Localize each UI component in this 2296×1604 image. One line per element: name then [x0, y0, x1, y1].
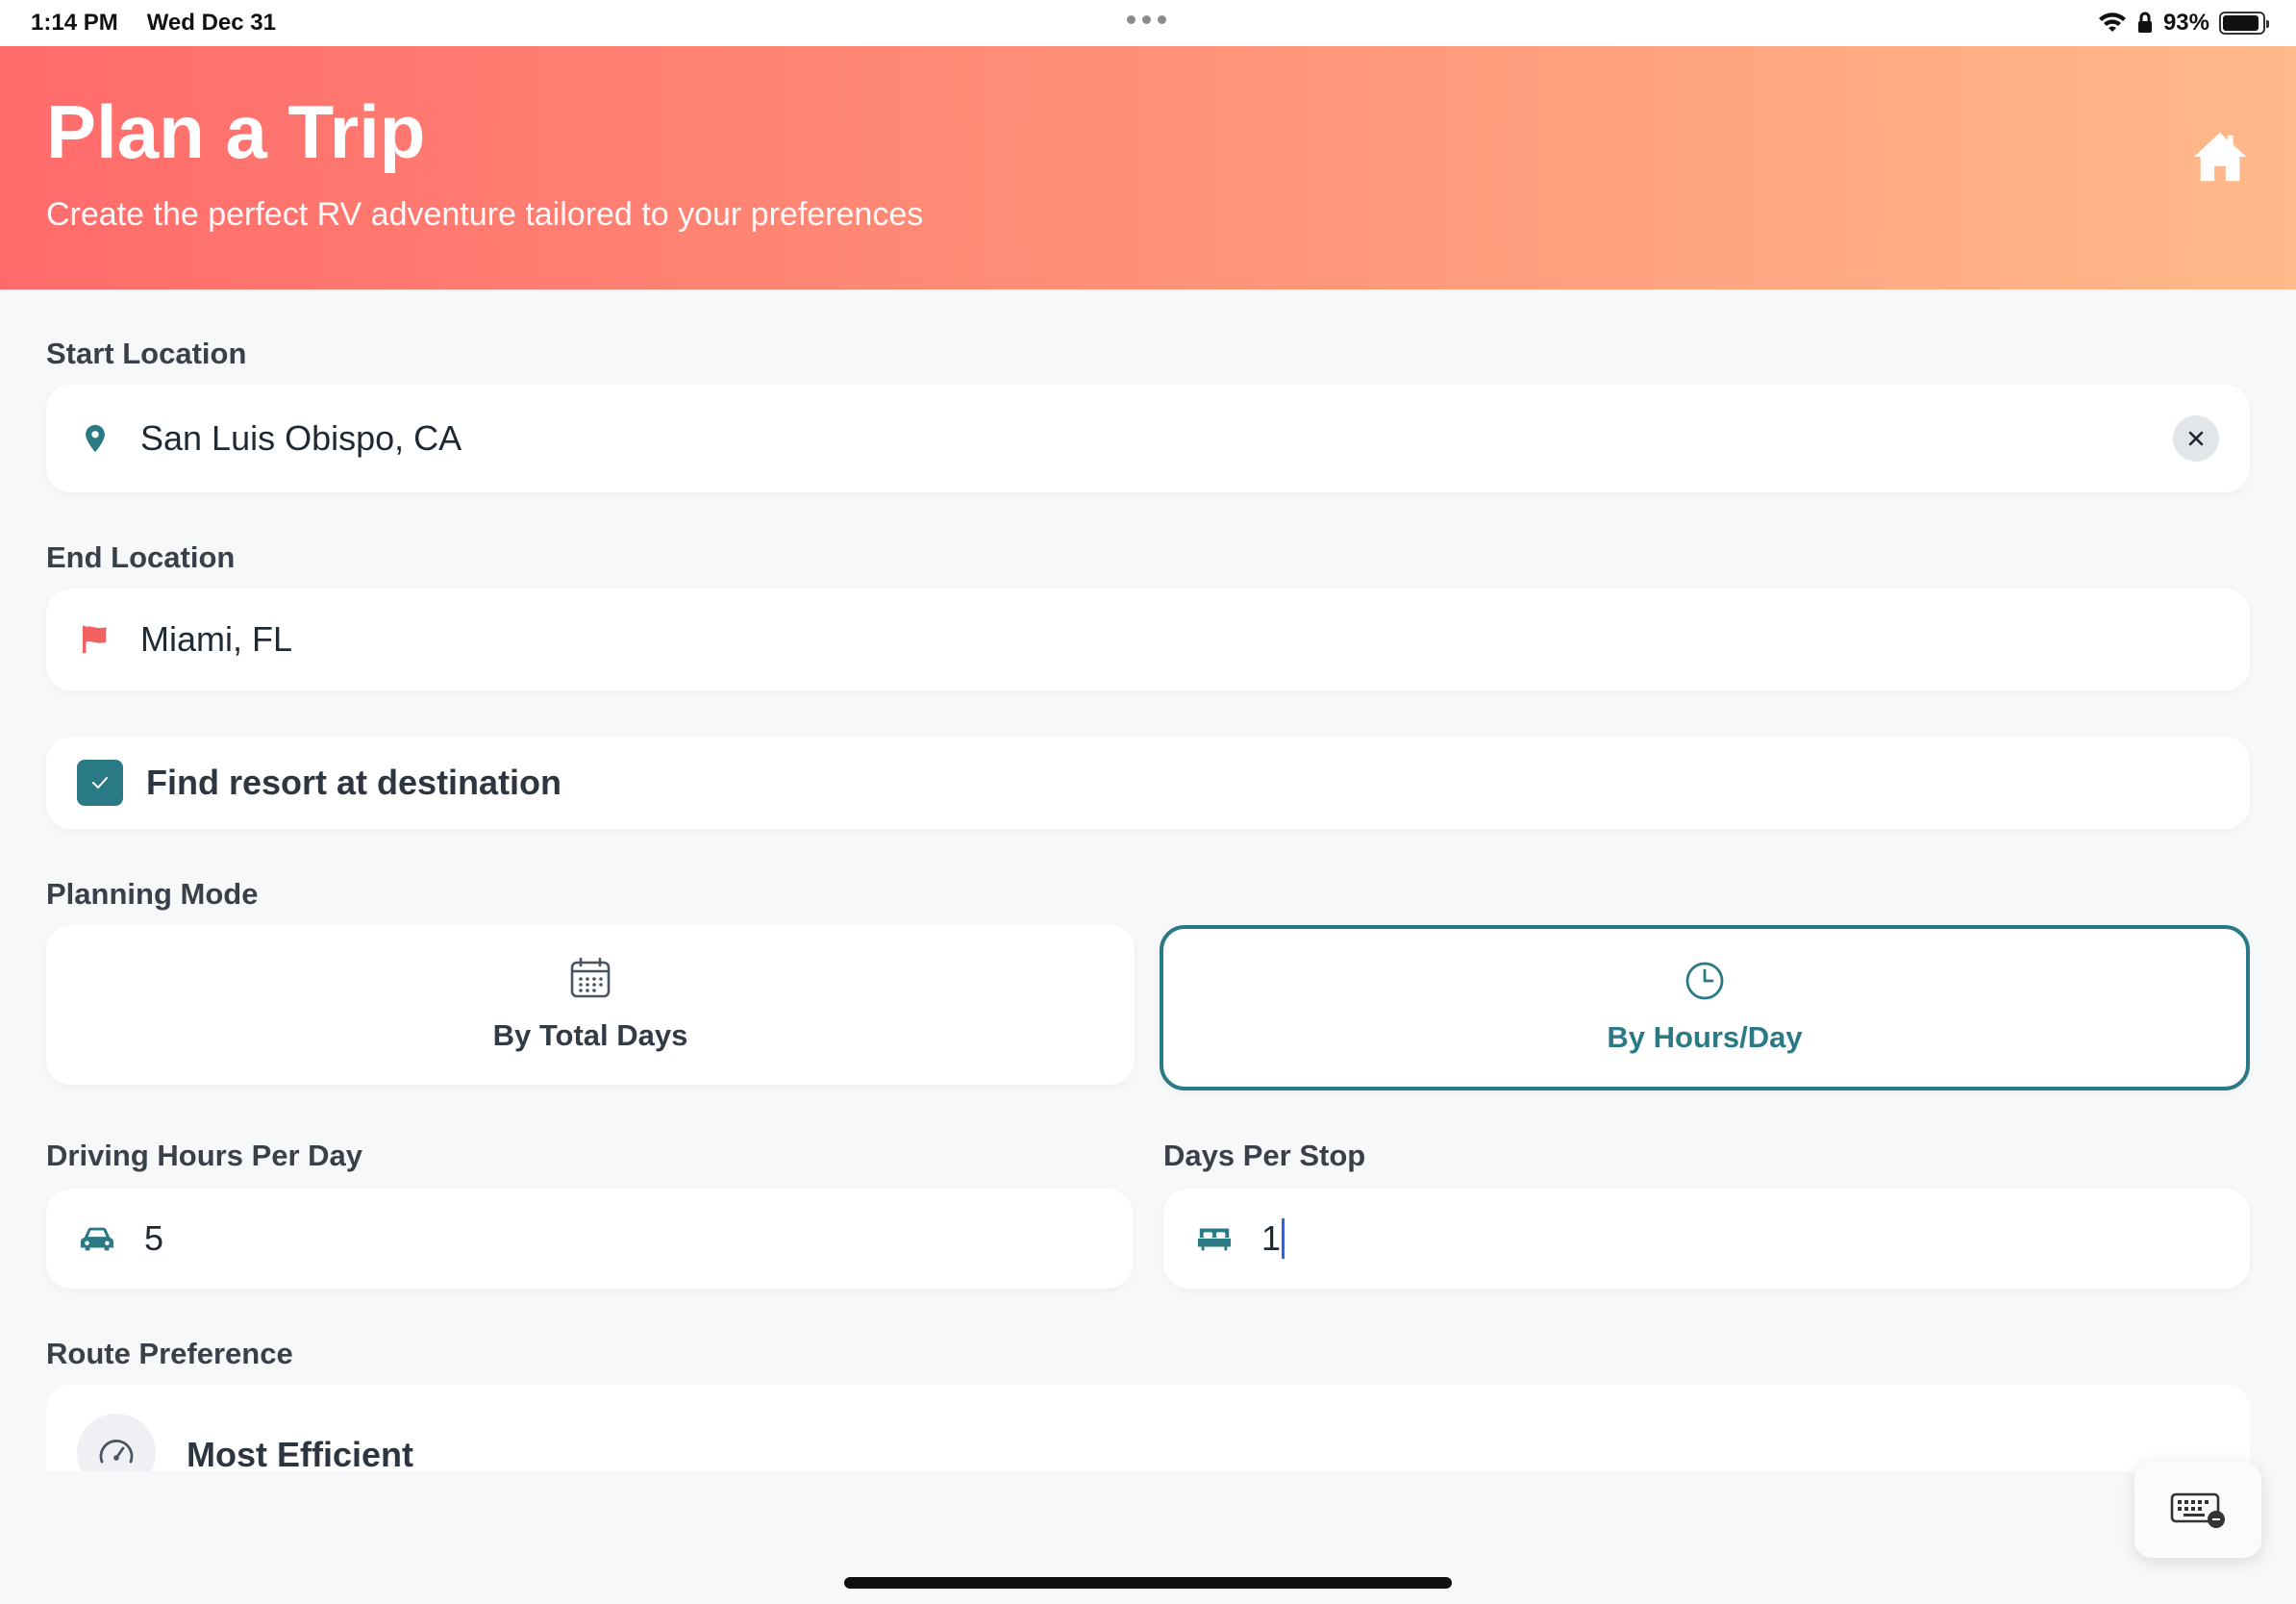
battery-percent: 93% — [2162, 10, 2209, 36]
mode-by-hours-per-day-label: By Hours/Day — [1607, 1020, 1803, 1054]
mode-by-hours-per-day[interactable]: By Hours/Day — [1160, 925, 2250, 1090]
keyboard-icon — [2170, 1492, 2225, 1528]
flag-icon — [82, 625, 107, 654]
page-title: Plan a Trip — [46, 89, 426, 174]
clock-icon — [1685, 962, 1724, 1000]
route-preference-label: Route Preference — [46, 1337, 293, 1370]
keyboard-toggle-button[interactable] — [2134, 1462, 2261, 1558]
header-banner: Plan a Trip Create the perfect RV advent… — [0, 46, 2296, 289]
home-indicator[interactable] — [844, 1577, 1452, 1589]
status-date: Wed Dec 31 — [146, 10, 276, 36]
mode-by-total-days-label: By Total Days — [492, 1018, 688, 1052]
driving-hours-label: Driving Hours Per Day — [46, 1139, 363, 1172]
home-icon[interactable] — [2190, 127, 2250, 187]
wifi-icon — [2098, 13, 2126, 32]
planning-mode-label: Planning Mode — [46, 877, 259, 911]
end-location-label: End Location — [46, 540, 236, 574]
battery-icon — [2219, 12, 2269, 35]
end-location-value: Miami, FL — [140, 619, 293, 659]
mode-by-total-days[interactable]: By Total Days — [46, 925, 1135, 1085]
start-location-label: Start Location — [46, 337, 247, 370]
checkmark-icon — [92, 777, 108, 789]
find-resort-label: Find resort at destination — [146, 763, 562, 802]
multitasking-dots[interactable] — [1127, 15, 1166, 24]
find-resort-row[interactable]: Find resort at destination — [46, 737, 2250, 829]
end-location-input[interactable]: Miami, FL — [46, 589, 2250, 690]
route-icon-badge — [77, 1414, 156, 1471]
text-cursor — [1282, 1218, 1285, 1259]
bed-icon — [1197, 1228, 1232, 1251]
status-time: 1:14 PM — [31, 10, 118, 36]
days-per-stop-input[interactable]: 1 — [1163, 1189, 2250, 1289]
close-icon — [2188, 431, 2204, 446]
route-preference-option[interactable]: Most Efficient — [46, 1385, 2250, 1471]
find-resort-checkbox[interactable] — [77, 760, 123, 806]
calendar-icon — [570, 957, 611, 998]
days-per-stop-label: Days Per Stop — [1163, 1139, 1366, 1172]
driving-hours-value: 5 — [144, 1218, 164, 1258]
car-icon — [80, 1227, 114, 1251]
lock-rotation-icon — [2137, 12, 2152, 33]
start-location-input[interactable]: San Luis Obispo, CA — [46, 385, 2250, 492]
driving-hours-input[interactable]: 5 — [46, 1189, 1133, 1289]
route-preference-value: Most Efficient — [187, 1435, 414, 1471]
start-location-value: San Luis Obispo, CA — [140, 418, 462, 458]
speedometer-icon — [99, 1440, 134, 1464]
page-subtitle: Create the perfect RV adventure tailored… — [46, 196, 924, 233]
days-per-stop-value: 1 — [1261, 1218, 1282, 1258]
map-pin-icon — [86, 424, 105, 453]
clear-start-location-button[interactable] — [2173, 415, 2219, 462]
